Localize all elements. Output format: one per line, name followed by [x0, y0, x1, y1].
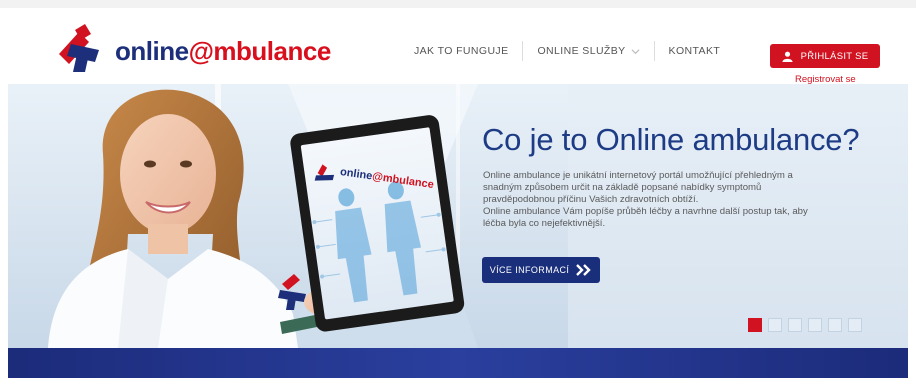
slider-dot-3[interactable]: [788, 318, 802, 332]
slider-dot-4[interactable]: [808, 318, 822, 332]
slider-dot-1[interactable]: [748, 318, 762, 332]
bottom-band: [8, 348, 908, 378]
more-info-label: VÍCE INFORMACÍ: [489, 265, 570, 275]
top-bar: [0, 0, 916, 8]
hero-description-paragraph: Online ambulance je unikátní internetový…: [483, 170, 793, 205]
nav-item-label: ONLINE SLUŽBY: [537, 45, 626, 57]
login-label: PŘIHLÁSIT SE: [800, 50, 869, 62]
nav-item-label: JAK TO FUNGUJE: [414, 45, 509, 57]
nav-item-online-services[interactable]: ONLINE SLUŽBY: [523, 42, 653, 60]
double-chevron-right-icon: [576, 264, 591, 276]
nav-item-how-it-works[interactable]: JAK TO FUNGUJE: [400, 42, 522, 60]
slider-pagination: [748, 318, 862, 332]
logo-text-online: online: [115, 36, 189, 66]
nav-item-contact[interactable]: KONTAKT: [655, 42, 735, 60]
logo-wordmark: online@mbulance: [115, 36, 331, 67]
logo-cross-icon: [59, 24, 99, 72]
chevron-down-icon: [631, 48, 640, 54]
hero-banner: online@mbulance Co je to Online ambulanc…: [8, 84, 908, 348]
logo-text-ambulance: @mbulance: [188, 36, 332, 66]
hero-description-paragraph: Online ambulance Vám popíše průběh léčby…: [483, 206, 808, 229]
main-nav: JAK TO FUNGUJE ONLINE SLUŽBY KONTAKT: [400, 41, 735, 61]
hero-title: Co je to Online ambulance?: [482, 122, 860, 157]
slider-dot-6[interactable]: [848, 318, 862, 332]
more-info-button[interactable]: VÍCE INFORMACÍ: [482, 257, 600, 283]
site-header: online@mbulance JAK TO FUNGUJE ONLINE SL…: [0, 8, 916, 85]
hero-description: Online ambulance je unikátní internetový…: [483, 170, 823, 230]
slider-dot-5[interactable]: [828, 318, 842, 332]
nav-item-label: KONTAKT: [668, 45, 721, 57]
user-icon: [782, 51, 793, 62]
login-button[interactable]: PŘIHLÁSIT SE: [770, 44, 880, 68]
site-logo[interactable]: online@mbulance: [55, 24, 345, 72]
slider-dot-2[interactable]: [768, 318, 782, 332]
